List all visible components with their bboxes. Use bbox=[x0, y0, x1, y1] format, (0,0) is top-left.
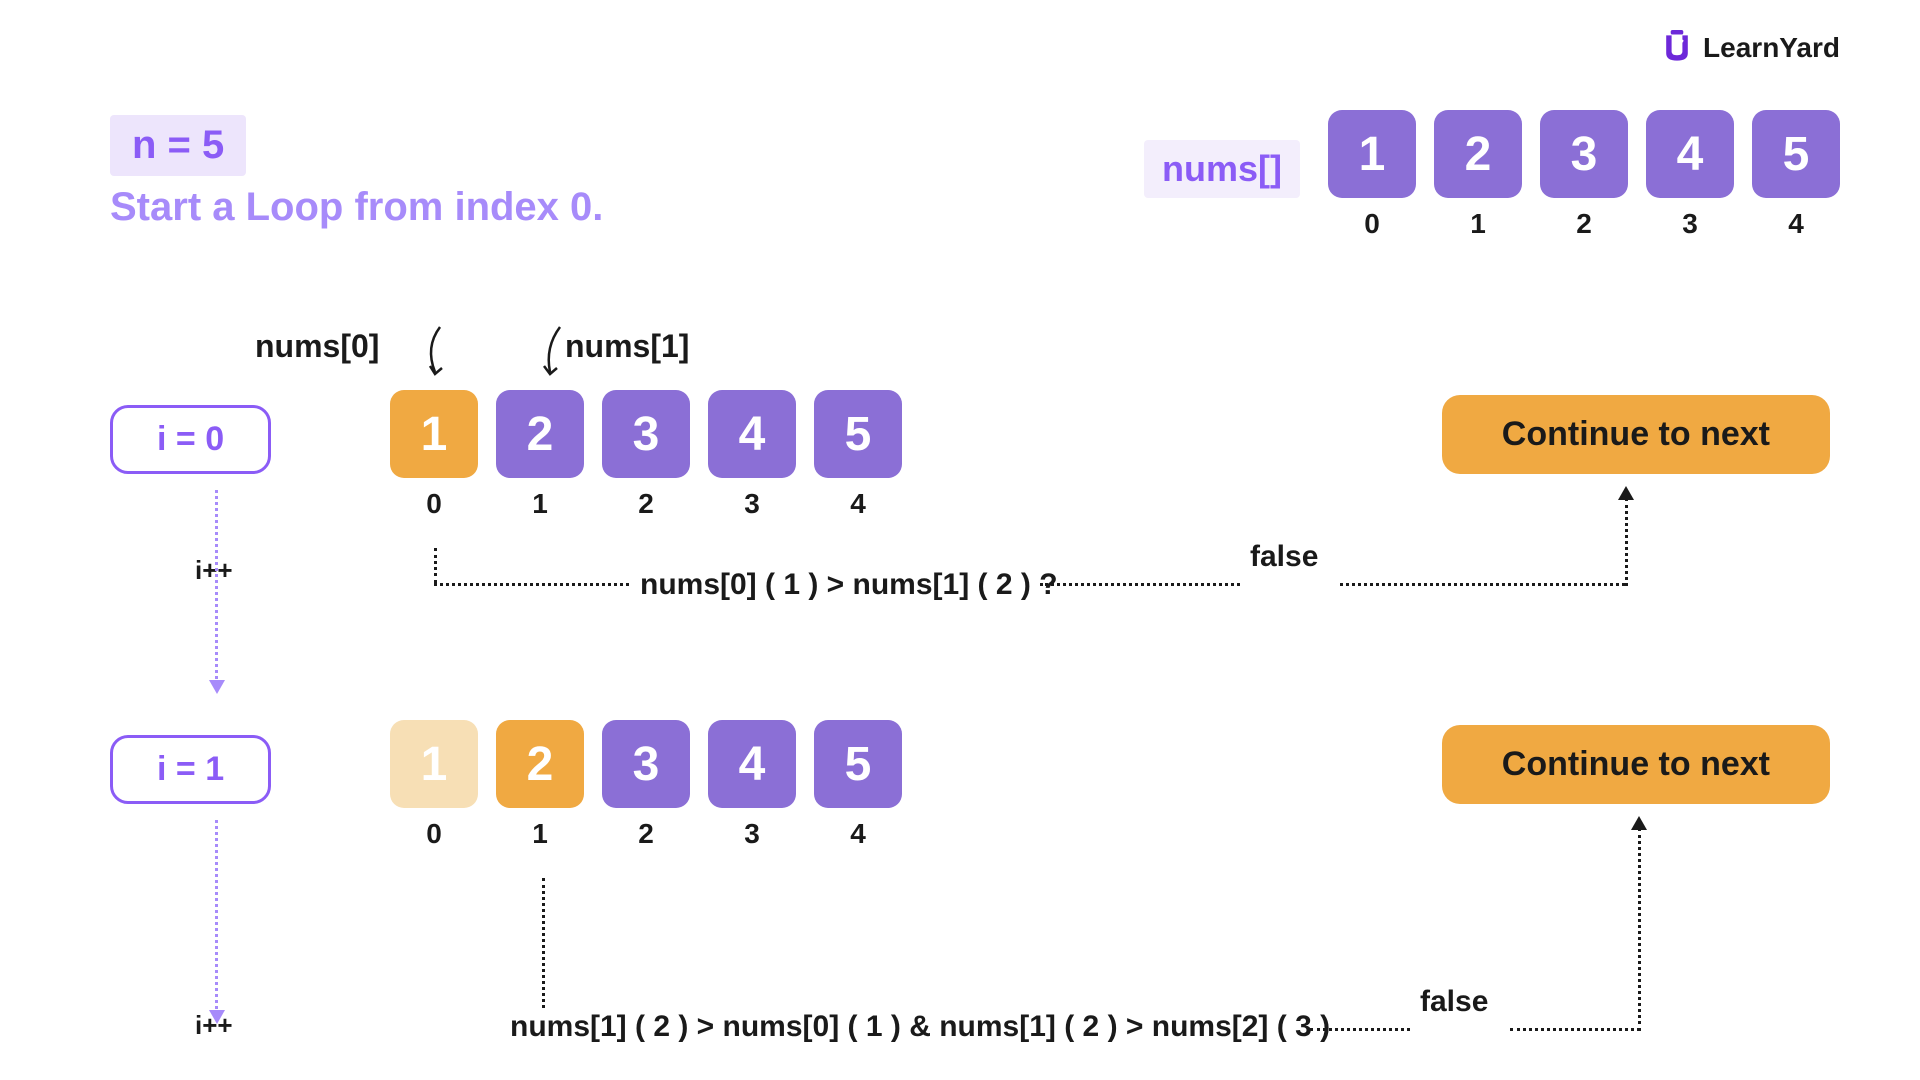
result-label: false bbox=[1250, 540, 1318, 574]
arrow-down-icon bbox=[530, 322, 580, 382]
n-badge: n = 5 bbox=[110, 115, 246, 176]
arrow-head-down-icon bbox=[209, 680, 225, 694]
cell-index: 2 bbox=[1576, 208, 1592, 240]
cell-value: 5 bbox=[814, 720, 902, 808]
array-cell: 4 3 bbox=[708, 720, 796, 850]
increment-label: i++ bbox=[195, 555, 233, 586]
cell-value: 2 bbox=[1434, 110, 1522, 198]
dotted-line bbox=[1040, 583, 1240, 586]
iteration-array: 1 0 2 1 3 2 4 3 5 4 bbox=[390, 390, 902, 520]
cell-value: 5 bbox=[1752, 110, 1840, 198]
array-cell: 3 2 bbox=[602, 390, 690, 520]
cell-index: 4 bbox=[850, 488, 866, 520]
array-cell: 4 3 bbox=[708, 390, 796, 520]
cell-index: 2 bbox=[638, 818, 654, 850]
pointer-label-1: nums[1] bbox=[565, 328, 689, 365]
continue-button: Continue to next bbox=[1442, 395, 1830, 474]
array-cell: 5 4 bbox=[814, 390, 902, 520]
cell-value: 5 bbox=[814, 390, 902, 478]
top-array: 1 0 2 1 3 2 4 3 5 4 bbox=[1328, 110, 1840, 240]
continue-button: Continue to next bbox=[1442, 725, 1830, 804]
cell-index: 1 bbox=[532, 818, 548, 850]
condition-text: nums[0] ( 1 ) > nums[1] ( 2 ) ? bbox=[640, 568, 1058, 602]
dotted-line bbox=[215, 490, 218, 685]
cell-value: 4 bbox=[1646, 110, 1734, 198]
dotted-line bbox=[542, 878, 545, 1008]
array-cell: 5 4 bbox=[1752, 110, 1840, 240]
nums-label: nums[] bbox=[1144, 140, 1300, 198]
result-label: false bbox=[1420, 985, 1488, 1019]
cell-index: 3 bbox=[1682, 208, 1698, 240]
i-badge: i = 0 bbox=[110, 405, 271, 474]
dotted-line bbox=[1510, 1028, 1640, 1031]
cell-value: 3 bbox=[602, 390, 690, 478]
dotted-line bbox=[434, 548, 437, 583]
cell-value: 2 bbox=[496, 720, 584, 808]
dotted-line bbox=[1310, 1028, 1410, 1031]
cell-index: 1 bbox=[1470, 208, 1486, 240]
cell-index: 1 bbox=[532, 488, 548, 520]
pointer-label-0: nums[0] bbox=[255, 328, 379, 365]
arrow-head-down-icon bbox=[209, 1010, 225, 1024]
i-badge: i = 1 bbox=[110, 735, 271, 804]
cell-value: 4 bbox=[708, 720, 796, 808]
arrow-head-up-icon bbox=[1618, 486, 1634, 500]
array-cell: 3 2 bbox=[602, 720, 690, 850]
cell-value: 3 bbox=[602, 720, 690, 808]
subtitle: Start a Loop from index 0. bbox=[110, 185, 603, 230]
cell-value: 1 bbox=[1328, 110, 1416, 198]
dotted-line bbox=[434, 583, 629, 586]
cell-index: 3 bbox=[744, 818, 760, 850]
array-cell: 1 0 bbox=[390, 390, 478, 520]
cell-value: 3 bbox=[1540, 110, 1628, 198]
cell-index: 4 bbox=[850, 818, 866, 850]
arrow-head-up-icon bbox=[1631, 816, 1647, 830]
arrow-down-icon bbox=[420, 322, 470, 382]
dotted-line bbox=[1625, 498, 1628, 586]
brand-name: LearnYard bbox=[1703, 32, 1840, 64]
brand-logo: LearnYard bbox=[1659, 30, 1840, 66]
cell-value: 2 bbox=[496, 390, 584, 478]
cell-value: 1 bbox=[390, 720, 478, 808]
array-cell: 5 4 bbox=[814, 720, 902, 850]
cell-index: 0 bbox=[426, 818, 442, 850]
array-cell: 3 2 bbox=[1540, 110, 1628, 240]
dotted-line bbox=[215, 820, 218, 1015]
array-cell: 2 1 bbox=[496, 390, 584, 520]
cell-index: 3 bbox=[744, 488, 760, 520]
array-cell: 2 1 bbox=[1434, 110, 1522, 240]
dotted-line bbox=[1638, 828, 1641, 1031]
cell-index: 0 bbox=[426, 488, 442, 520]
cell-value: 4 bbox=[708, 390, 796, 478]
cell-index: 4 bbox=[1788, 208, 1804, 240]
cell-value: 1 bbox=[390, 390, 478, 478]
array-cell: 2 1 bbox=[496, 720, 584, 850]
cell-index: 0 bbox=[1364, 208, 1380, 240]
cell-index: 2 bbox=[638, 488, 654, 520]
logo-icon bbox=[1659, 30, 1695, 66]
condition-text: nums[1] ( 2 ) > nums[0] ( 1 ) & nums[1] … bbox=[510, 1010, 1330, 1044]
array-cell: 1 0 bbox=[390, 720, 478, 850]
dotted-line bbox=[1340, 583, 1625, 586]
array-cell: 1 0 bbox=[1328, 110, 1416, 240]
array-cell: 4 3 bbox=[1646, 110, 1734, 240]
iteration-array: 1 0 2 1 3 2 4 3 5 4 bbox=[390, 720, 902, 850]
